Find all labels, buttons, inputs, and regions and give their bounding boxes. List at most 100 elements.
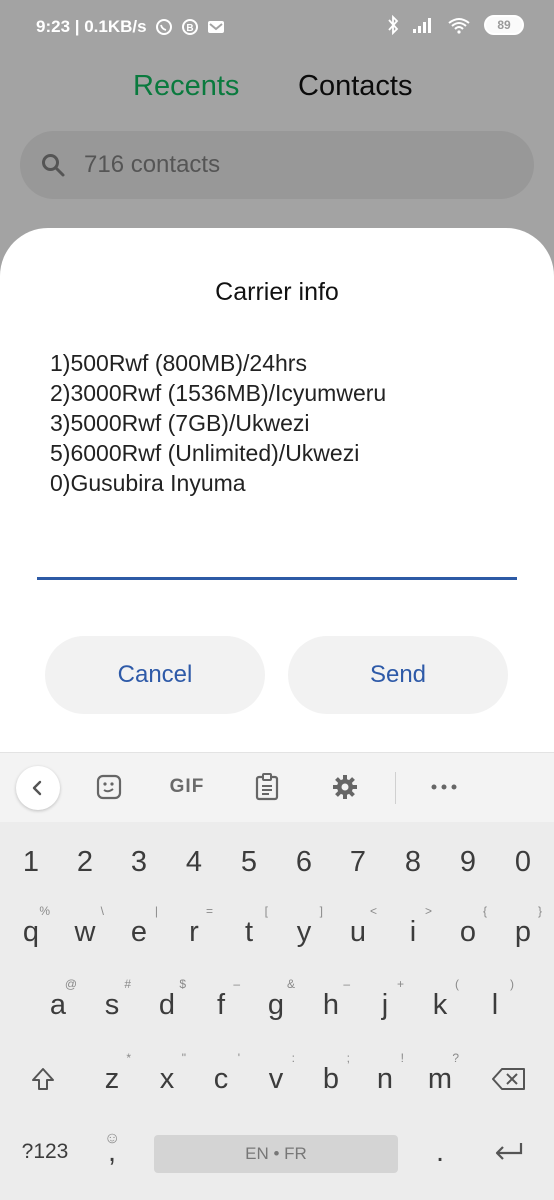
key-r[interactable]: r = bbox=[169, 902, 219, 962]
key-p[interactable]: p} bbox=[498, 902, 548, 962]
gif-icon[interactable]: GIF bbox=[162, 767, 212, 807]
key-hint: " bbox=[181, 1051, 186, 1065]
period-key[interactable]: . bbox=[415, 1122, 465, 1182]
key-letter: b bbox=[322, 1062, 340, 1095]
key-letter: w bbox=[74, 915, 96, 948]
key-hint: ] bbox=[319, 904, 323, 918]
symbols-key[interactable]: ?123 bbox=[14, 1122, 76, 1182]
carrier-info-dialog: Carrier info 1)500Rwf (800MB)/24hrs 2)30… bbox=[0, 228, 554, 788]
key-q[interactable]: q% bbox=[6, 902, 56, 962]
space-bar[interactable]: EN • FR bbox=[154, 1135, 398, 1173]
key-d[interactable]: d $ bbox=[142, 975, 192, 1035]
sticker-icon[interactable] bbox=[94, 767, 124, 807]
key-letter: r bbox=[189, 915, 199, 948]
key-letter: i bbox=[409, 915, 417, 948]
cancel-button[interactable]: Cancel bbox=[45, 636, 265, 714]
key-f[interactable]: f – bbox=[196, 975, 246, 1035]
key-letter: c bbox=[213, 1062, 229, 1095]
key-9[interactable]: 9 bbox=[443, 832, 493, 892]
key-l[interactable]: l) bbox=[470, 975, 520, 1035]
key-hint: $ bbox=[179, 977, 186, 991]
key-x[interactable]: x " bbox=[142, 1049, 192, 1109]
more-icon[interactable] bbox=[428, 767, 460, 807]
key-3[interactable]: 3 bbox=[114, 832, 164, 892]
key-hint: > bbox=[424, 904, 432, 918]
clipboard-icon[interactable] bbox=[253, 767, 281, 807]
message-line: 5)6000Rwf (Unlimited)/Ukwezi bbox=[50, 440, 360, 466]
comma-key[interactable]: , ☺ bbox=[87, 1122, 137, 1182]
tab-recents[interactable]: Recents bbox=[133, 70, 239, 103]
key-4[interactable]: 4 bbox=[169, 832, 219, 892]
signal-icon bbox=[412, 16, 434, 34]
key-j[interactable]: j + bbox=[360, 975, 410, 1035]
key-h[interactable]: h – bbox=[306, 975, 356, 1035]
key-z[interactable]: z * bbox=[87, 1049, 137, 1109]
key-letter: g bbox=[267, 988, 285, 1021]
key-letter: s bbox=[104, 988, 120, 1021]
key-w[interactable]: w \ bbox=[60, 902, 110, 962]
emoji-hint-icon: ☺ bbox=[104, 1130, 121, 1147]
settings-icon[interactable] bbox=[330, 767, 360, 807]
shift-icon bbox=[32, 1068, 54, 1090]
key-i[interactable]: i > bbox=[388, 902, 438, 962]
key-hint: ; bbox=[346, 1051, 350, 1065]
backspace-key[interactable] bbox=[484, 1049, 534, 1109]
letter-row-2: a @ s # d $ f – g & h – j + k( l) bbox=[0, 975, 554, 1035]
key-k[interactable]: k( bbox=[415, 975, 465, 1035]
battery-icon: 89 bbox=[484, 15, 524, 35]
key-letter: u bbox=[349, 915, 367, 948]
key-hint: = bbox=[205, 904, 213, 918]
backspace-icon bbox=[492, 1068, 525, 1090]
number-row: 1 2 3 4 5 6 7 8 9 0 bbox=[0, 832, 554, 892]
key-b[interactable]: b; bbox=[306, 1049, 356, 1109]
key-t[interactable]: t[ bbox=[224, 902, 274, 962]
key-hint: ! bbox=[400, 1051, 404, 1065]
key-hint: { bbox=[482, 904, 487, 918]
shift-key[interactable] bbox=[18, 1049, 68, 1109]
back-chevron-icon[interactable] bbox=[16, 766, 60, 810]
message-line: 2)3000Rwf (1536MB)/Icyumweru bbox=[50, 380, 387, 406]
gmail-icon bbox=[207, 19, 225, 35]
key-hint: } bbox=[537, 904, 542, 918]
key-5[interactable]: 5 bbox=[224, 832, 274, 892]
key-s[interactable]: s # bbox=[87, 975, 137, 1035]
key-hint: ) bbox=[510, 977, 514, 991]
key-2[interactable]: 2 bbox=[60, 832, 110, 892]
send-button[interactable]: Send bbox=[288, 636, 508, 714]
key-1[interactable]: 1 bbox=[6, 832, 56, 892]
status-bar: 9:23 | 0.1KB/s B 89 bbox=[0, 0, 554, 56]
key-7[interactable]: 7 bbox=[333, 832, 383, 892]
reply-input[interactable] bbox=[37, 528, 517, 580]
letter-row-1: q% w \ e | r = t[ y] u < i > o{ p} bbox=[0, 902, 554, 962]
enter-key[interactable] bbox=[484, 1122, 534, 1182]
svg-text:B: B bbox=[186, 23, 193, 34]
key-hint: @ bbox=[64, 977, 77, 991]
key-hint: & bbox=[286, 977, 295, 991]
key-letter: x bbox=[159, 1062, 175, 1095]
enter-icon bbox=[495, 1143, 523, 1160]
key-8[interactable]: 8 bbox=[388, 832, 438, 892]
key-c[interactable]: c ' bbox=[196, 1049, 246, 1109]
tab-contacts[interactable]: Contacts bbox=[298, 70, 412, 103]
key-letter: t bbox=[244, 915, 254, 948]
key-g[interactable]: g & bbox=[251, 975, 301, 1035]
key-hint: # bbox=[124, 977, 131, 991]
key-6[interactable]: 6 bbox=[279, 832, 329, 892]
key-u[interactable]: u < bbox=[333, 902, 383, 962]
letter-row-3: z * x " c ' v: b; n! m? bbox=[0, 1049, 554, 1109]
key-hint: – bbox=[343, 977, 350, 991]
key-v[interactable]: v: bbox=[251, 1049, 301, 1109]
key-n[interactable]: n! bbox=[360, 1049, 410, 1109]
ussd-message: 1)500Rwf (800MB)/24hrs 2)3000Rwf (1536MB… bbox=[50, 348, 386, 498]
key-a[interactable]: a @ bbox=[33, 975, 83, 1035]
key-0[interactable]: 0 bbox=[498, 832, 548, 892]
whatsapp-icon bbox=[155, 18, 173, 36]
key-y[interactable]: y] bbox=[279, 902, 329, 962]
key-o[interactable]: o{ bbox=[443, 902, 493, 962]
key-hint: < bbox=[369, 904, 377, 918]
contacts-search-bar[interactable]: 716 contacts bbox=[20, 131, 534, 199]
key-m[interactable]: m? bbox=[415, 1049, 465, 1109]
key-e[interactable]: e | bbox=[114, 902, 164, 962]
status-time-speed: 9:23 | 0.1KB/s bbox=[36, 17, 147, 36]
bluetooth-icon bbox=[387, 15, 399, 35]
